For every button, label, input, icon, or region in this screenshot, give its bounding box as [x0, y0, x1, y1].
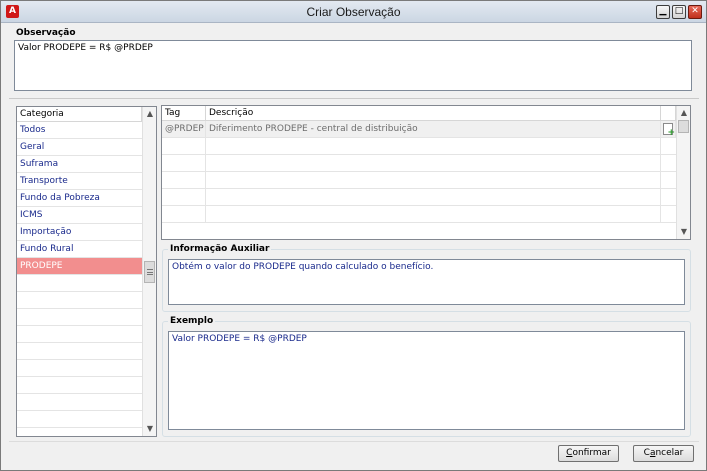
scroll-up-icon[interactable]: ▲: [143, 107, 157, 121]
informacao-auxiliar-text: Obtém o valor do PRODEPE quando calculad…: [168, 259, 685, 305]
maximize-button[interactable]: □: [672, 5, 686, 19]
category-item-suframa[interactable]: Suframa: [17, 156, 142, 173]
confirmar-button[interactable]: Confirmar: [558, 445, 619, 462]
informacao-auxiliar-group: Informação Auxiliar Obtém o valor do PRO…: [162, 244, 691, 312]
separator: [9, 98, 699, 99]
tag-scrollbar[interactable]: ▲ ▼: [676, 106, 690, 239]
grip-icon: [147, 269, 153, 275]
observacao-label: Observação: [16, 28, 76, 38]
empty-cell: [162, 189, 206, 206]
table-row-empty: [162, 172, 676, 189]
empty-cell: [206, 189, 661, 206]
add-tag-icon: [663, 123, 675, 138]
tag-grid[interactable]: Tag Descrição @PRDEP Diferimento PRODEPE…: [161, 105, 691, 240]
category-empty-row: [17, 411, 142, 428]
tag-scroll-thumb[interactable]: [678, 120, 689, 133]
category-item-transporte[interactable]: Transporte: [17, 173, 142, 190]
close-icon: ✕: [691, 6, 699, 16]
cancelar-label-rest: ncelar: [655, 448, 684, 458]
tag-rows: @PRDEP Diferimento PRODEPE - central de …: [162, 121, 676, 223]
footer-separator: [9, 441, 699, 442]
table-row-empty: [162, 189, 676, 206]
category-list[interactable]: Categoria Todos Geral Suframa Transporte…: [16, 106, 157, 437]
category-item-prodepe[interactable]: PRODEPE: [17, 258, 142, 275]
tag-cell: @PRDEP: [162, 121, 206, 138]
category-empty-row: [17, 326, 142, 343]
criar-observacao-window: A Criar Observação ▁ □ ✕ Observação Valo…: [0, 0, 707, 471]
category-scrollbar[interactable]: ▲ ▼: [142, 107, 156, 436]
minimize-button[interactable]: ▁: [656, 5, 670, 19]
category-header[interactable]: Categoria: [17, 107, 142, 122]
scroll-up-icon[interactable]: ▲: [677, 106, 691, 120]
empty-cell: [162, 138, 206, 155]
cancelar-button[interactable]: Cancelar: [633, 445, 694, 462]
maximize-icon: □: [674, 6, 684, 16]
category-empty-row: [17, 292, 142, 309]
empty-cell: [206, 155, 661, 172]
minimize-icon: ▁: [659, 6, 667, 16]
title-bar[interactable]: A Criar Observação ▁ □ ✕: [1, 1, 706, 23]
category-item-fundo-da-pobreza[interactable]: Fundo da Pobreza: [17, 190, 142, 207]
empty-cell: [162, 155, 206, 172]
column-header-descricao[interactable]: Descrição: [206, 106, 661, 121]
table-row-empty: [162, 206, 676, 223]
exemplo-group: Exemplo Valor PRODEPE = R$ @PRDEP: [162, 316, 691, 437]
empty-cell: [206, 138, 661, 155]
column-header-tag[interactable]: Tag: [162, 106, 206, 121]
category-item-fundo-rural[interactable]: Fundo Rural: [17, 241, 142, 258]
category-empty-row: [17, 394, 142, 411]
empty-cell: [162, 172, 206, 189]
category-item-importacao[interactable]: Importação: [17, 224, 142, 241]
category-empty-row: [17, 309, 142, 326]
descricao-cell: Diferimento PRODEPE - central de distrib…: [206, 121, 661, 138]
empty-cell: [162, 206, 206, 223]
confirmar-label: onfirmar: [572, 448, 611, 458]
empty-cell: [206, 206, 661, 223]
category-empty-row: [17, 377, 142, 394]
category-item-icms[interactable]: ICMS: [17, 207, 142, 224]
informacao-auxiliar-label: Informação Auxiliar: [168, 244, 272, 254]
observacao-textarea[interactable]: Valor PRODEPE = R$ @PRDEP: [14, 40, 692, 91]
window-title: Criar Observação: [306, 5, 401, 19]
exemplo-text: Valor PRODEPE = R$ @PRDEP: [168, 331, 685, 430]
category-item-geral[interactable]: Geral: [17, 139, 142, 156]
table-row-empty: [162, 138, 676, 155]
exemplo-label: Exemplo: [168, 316, 216, 326]
add-tag-button[interactable]: [661, 121, 676, 138]
category-empty-row: [17, 275, 142, 292]
table-row[interactable]: @PRDEP Diferimento PRODEPE - central de …: [162, 121, 676, 138]
table-row-empty: [162, 155, 676, 172]
category-empty-row: [17, 343, 142, 360]
scroll-down-icon[interactable]: ▼: [143, 422, 157, 436]
category-rows: Todos Geral Suframa Transporte Fundo da …: [17, 122, 142, 428]
empty-cell: [206, 172, 661, 189]
category-empty-row: [17, 360, 142, 377]
category-item-todos[interactable]: Todos: [17, 122, 142, 139]
tag-grid-header: Tag Descrição: [162, 106, 676, 121]
scroll-down-icon[interactable]: ▼: [677, 225, 691, 239]
close-button[interactable]: ✕: [688, 5, 702, 19]
category-scroll-thumb[interactable]: [144, 261, 155, 283]
column-header-action: [661, 106, 676, 121]
